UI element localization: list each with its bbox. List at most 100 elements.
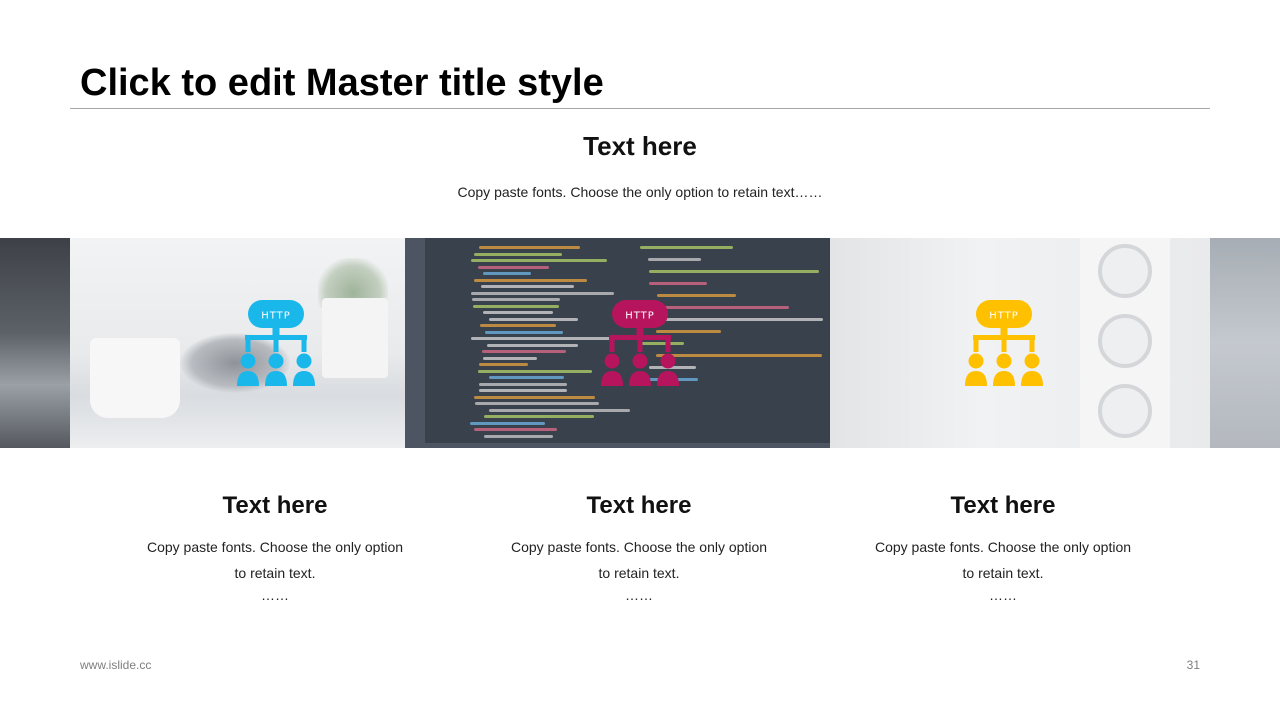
user-head — [968, 353, 984, 369]
http-label: HTTP — [625, 311, 655, 322]
user-head — [632, 353, 648, 369]
code-line — [649, 282, 707, 285]
http-network-icon-blue: HTTP — [237, 300, 315, 386]
user-body — [629, 371, 651, 386]
code-line — [481, 285, 574, 288]
user-body — [265, 371, 287, 386]
http-network-icon-yellow: HTTP — [965, 300, 1043, 386]
code-line — [656, 354, 822, 357]
connector-drop — [301, 335, 307, 352]
user-head — [240, 353, 256, 369]
code-line — [479, 389, 567, 392]
top-heading[interactable]: Text here — [0, 130, 1280, 162]
code-line — [474, 428, 557, 431]
user-body — [657, 371, 679, 386]
http-network-icon-magenta: HTTP — [601, 300, 679, 386]
code-line — [489, 317, 578, 321]
user-head — [660, 353, 676, 369]
code-line — [489, 408, 630, 412]
code-line — [472, 298, 560, 301]
photo-edge-right — [1210, 238, 1280, 448]
code-line — [479, 382, 567, 386]
code-line — [478, 265, 549, 269]
code-line — [657, 294, 736, 297]
page-number: 31 — [1186, 658, 1200, 672]
column-body-line: Copy paste fonts. Choose the only option — [510, 539, 768, 555]
user-body — [601, 371, 623, 386]
text-column-3: Text here Copy paste fonts. Choose the o… — [853, 490, 1153, 604]
connector-drop — [273, 335, 279, 352]
column-heading[interactable]: Text here — [125, 490, 425, 522]
code-line — [475, 402, 599, 405]
connector-drop — [665, 335, 671, 352]
plant-pot-image — [322, 298, 388, 378]
code-line — [471, 259, 607, 262]
code-line — [483, 311, 553, 314]
http-label: HTTP — [261, 311, 291, 322]
column-body-line: to retain text. — [598, 565, 680, 581]
user-head — [604, 353, 620, 369]
http-network-icon: HTTP — [600, 300, 680, 388]
code-line — [479, 363, 528, 366]
user-body — [965, 371, 987, 386]
code-line — [483, 356, 537, 360]
code-line — [474, 278, 587, 282]
column-body-line: Copy paste fonts. Choose the only option — [146, 539, 404, 555]
column-ellipsis: …… — [625, 587, 653, 603]
user-head — [268, 353, 284, 369]
code-line — [470, 421, 545, 425]
fan-image — [1098, 314, 1152, 368]
user-head — [1024, 353, 1040, 369]
user-body — [237, 371, 259, 386]
user-head — [296, 353, 312, 369]
column-ellipsis: …… — [261, 587, 289, 603]
code-line — [489, 376, 564, 379]
code-line — [485, 330, 563, 334]
footer-url: www.islide.cc — [80, 658, 152, 672]
http-label: HTTP — [989, 311, 1019, 322]
column-body-line: to retain text. — [234, 565, 316, 581]
connector-drop — [609, 335, 615, 352]
code-line — [649, 270, 819, 273]
slide-title[interactable]: Click to edit Master title style — [80, 60, 604, 106]
code-line — [474, 252, 562, 256]
title-divider — [70, 108, 1210, 109]
fan-image — [1098, 384, 1152, 438]
column-body-text[interactable]: Copy paste fonts. Choose the only option… — [489, 534, 789, 586]
top-body-text[interactable]: Copy paste fonts. Choose the only option… — [0, 183, 1280, 201]
connector-drop — [1029, 335, 1035, 352]
text-column-2: Text here Copy paste fonts. Choose the o… — [489, 490, 789, 604]
column-body-line: Copy paste fonts. Choose the only option — [874, 539, 1132, 555]
connector-drop — [245, 335, 251, 352]
connector-drop — [637, 335, 643, 352]
user-body — [993, 371, 1015, 386]
code-line — [473, 304, 559, 308]
photo-edge-left — [0, 238, 70, 448]
column-heading[interactable]: Text here — [853, 490, 1153, 522]
code-line — [648, 258, 701, 261]
text-column-1: Text here Copy paste fonts. Choose the o… — [125, 490, 425, 604]
code-line — [471, 337, 612, 340]
code-line — [471, 291, 614, 295]
user-body — [293, 371, 315, 386]
user-head — [996, 353, 1012, 369]
http-network-icon: HTTP — [964, 300, 1044, 388]
user-body — [1021, 371, 1043, 386]
http-network-icon: HTTP — [236, 300, 316, 388]
coffee-cup-image — [90, 338, 180, 418]
connector-drop — [1001, 335, 1007, 352]
code-line — [640, 246, 733, 249]
column-body-text[interactable]: Copy paste fonts. Choose the only option… — [125, 534, 425, 586]
connector-drop — [973, 335, 979, 352]
code-line — [478, 369, 592, 373]
fan-image — [1098, 244, 1152, 298]
code-line — [479, 246, 580, 249]
column-ellipsis: …… — [989, 587, 1017, 603]
column-body-line: to retain text. — [962, 565, 1044, 581]
code-line — [482, 350, 566, 353]
code-line — [484, 415, 594, 418]
code-line — [484, 434, 553, 438]
column-body-text[interactable]: Copy paste fonts. Choose the only option… — [853, 534, 1153, 586]
code-line — [474, 395, 595, 399]
column-heading[interactable]: Text here — [489, 490, 789, 522]
